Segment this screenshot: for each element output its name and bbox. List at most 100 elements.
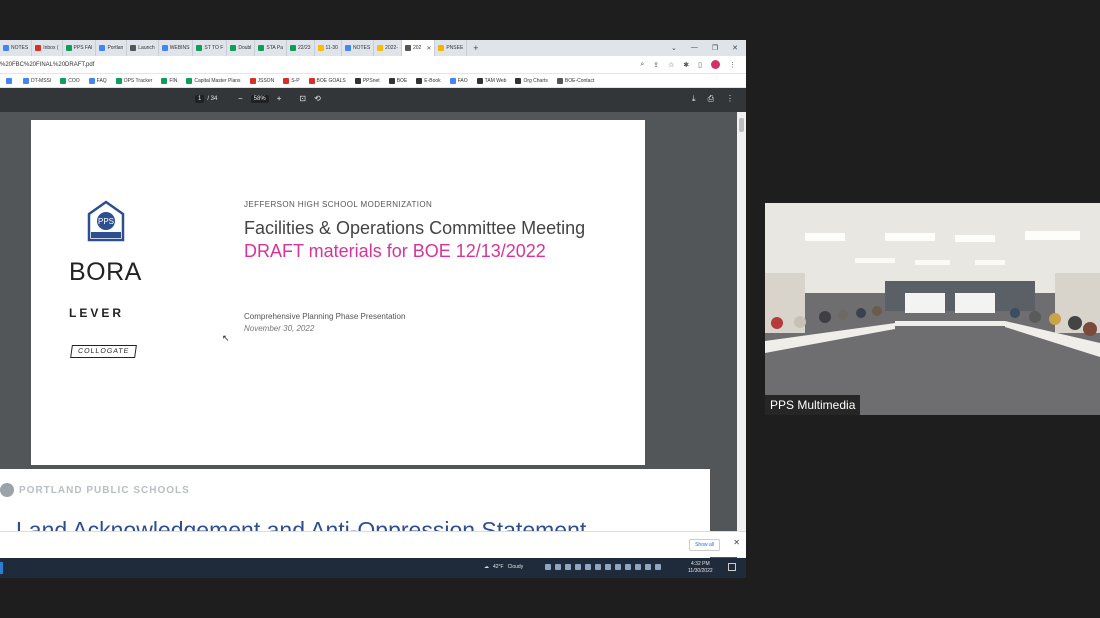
tray-icon[interactable]	[585, 564, 591, 570]
extensions-icon[interactable]: ✱	[683, 61, 689, 69]
search-icon[interactable]: ⌕	[640, 61, 644, 69]
tray-icon[interactable]	[595, 564, 601, 570]
bookmark-item[interactable]: E-Book	[416, 77, 441, 84]
profile-avatar[interactable]	[711, 60, 720, 69]
weather-text: Cloudy	[507, 564, 524, 570]
bookmark-item[interactable]: BOE-Contact	[556, 77, 594, 84]
tab-label: PNSEE	[446, 45, 464, 51]
bookmark-label: BOE GOALS	[316, 77, 346, 84]
bookmark-item[interactable]: FAO	[449, 77, 468, 84]
browser-tab[interactable]: Inbox (	[32, 40, 63, 56]
browser-tab[interactable]: 202 ✕	[401, 40, 436, 56]
tray-icon[interactable]	[635, 564, 641, 570]
tab-favicon-icon	[377, 45, 384, 51]
weather-widget[interactable]: ☁ 42°F Cloudy	[484, 564, 523, 570]
temperature: 42°F	[493, 564, 504, 570]
participant-video-tile[interactable]: PPS Multimedia	[765, 203, 1100, 415]
tray-icon[interactable]	[605, 564, 611, 570]
bookmark-label: PPSnet	[362, 77, 380, 84]
browser-tab[interactable]: 22/23	[287, 40, 315, 56]
tab-label: Portlan	[107, 45, 124, 51]
bookmark-item[interactable]	[6, 77, 14, 84]
bookmark-label: OPS Tracker	[123, 77, 153, 84]
new-tab-button[interactable]: +	[467, 43, 484, 53]
sidepanel-icon[interactable]: ▯	[698, 61, 702, 69]
close-download-bar-icon[interactable]: ✕	[733, 538, 740, 547]
tray-icon[interactable]	[615, 564, 621, 570]
browser-tab[interactable]: 11-30	[315, 40, 342, 56]
clock-date: 11/30/2022	[688, 568, 713, 574]
browser-tab[interactable]: STA Pa	[255, 40, 287, 56]
tray-icon[interactable]	[565, 564, 571, 570]
slide-subtitle: Comprehensive Planning Phase Presentatio…	[244, 312, 406, 321]
bookmark-item[interactable]: BOE	[388, 77, 408, 84]
org-name: PORTLAND PUBLIC SCHOOLS	[19, 484, 190, 496]
bookmark-item[interactable]: JSSON	[249, 77, 274, 84]
zoom-level[interactable]: 58%	[250, 94, 269, 103]
browser-tab-bar: NOTES Inbox (PPS FAI Portlan Launch WEBINS ST…	[0, 40, 746, 56]
show-all-button[interactable]: Show all	[689, 539, 720, 551]
minimize-icon[interactable]: —	[691, 44, 698, 52]
page-number-input[interactable]: 1	[195, 95, 205, 103]
bookmark-item[interactable]: TAM Web	[476, 77, 506, 84]
browser-tab[interactable]: Launch	[127, 40, 159, 56]
tray-icon[interactable]	[575, 564, 581, 570]
pps-emblem-icon	[0, 483, 14, 497]
bookmark-favicon-icon	[476, 77, 483, 84]
taskbar-clock[interactable]: 4:32 PM 11/30/2022	[688, 561, 713, 575]
bookmark-item[interactable]: Org Charts	[515, 77, 548, 84]
browser-tab[interactable]: 2022-	[374, 40, 402, 56]
fit-page-icon[interactable]: ⊡	[299, 94, 306, 103]
browser-tab[interactable]: PPS FAI	[63, 40, 97, 56]
tab-search-icon[interactable]: ⌄	[671, 44, 677, 52]
bookmark-label: BOE	[396, 77, 408, 84]
browser-tab[interactable]: ST TO F	[193, 40, 228, 56]
zoom-out-button[interactable]: −	[238, 94, 243, 103]
notification-icon[interactable]	[728, 563, 736, 571]
share-icon[interactable]: ⇪	[653, 61, 659, 69]
url-text[interactable]: %20FBC%20FINAL%20DRAFT.pdf	[0, 62, 94, 68]
print-icon[interactable]: ⎙	[708, 94, 714, 104]
pdf-scrollbar[interactable]	[737, 112, 746, 558]
bookmark-item[interactable]: DT-MSSI	[23, 77, 51, 84]
bookmark-item[interactable]: PPSnet	[354, 77, 380, 84]
close-window-icon[interactable]: ✕	[732, 44, 738, 52]
tray-icon[interactable]	[545, 564, 551, 570]
collogate-logo: COLLOGATE	[70, 345, 138, 358]
bookmark-favicon-icon	[556, 77, 563, 84]
bookmark-item[interactable]: BOE GOALS	[308, 77, 346, 84]
restore-icon[interactable]: ❐	[712, 44, 718, 52]
browser-tab[interactable]: WEBINS	[159, 40, 194, 56]
pdf-viewer[interactable]: PPS BORA LEVER COLLOGATE JEFFERSON HIGH …	[0, 112, 746, 558]
rotate-icon[interactable]: ⟲	[314, 94, 321, 103]
more-icon[interactable]: ⋮	[726, 94, 734, 104]
bookmark-item[interactable]: OPS Tracker	[115, 77, 153, 84]
tray-icon[interactable]	[625, 564, 631, 570]
wifi-icon[interactable]	[645, 564, 651, 570]
tray-icon[interactable]	[555, 564, 561, 570]
scroll-thumb[interactable]	[739, 118, 744, 132]
cloud-icon: ☁	[484, 564, 489, 570]
bookmark-item[interactable]: S-P	[283, 77, 300, 84]
browser-tab[interactable]: Portlan	[96, 40, 128, 56]
menu-icon[interactable]: ⋮	[729, 61, 736, 69]
address-bar[interactable]: %20FBC%20FINAL%20DRAFT.pdf ⌕ ⇪ ☆ ✱ ▯ ⋮	[0, 56, 746, 74]
bookmark-item[interactable]: COO	[60, 77, 80, 84]
tab-close-icon[interactable]: ✕	[426, 45, 431, 52]
tab-label: 2022-	[385, 45, 398, 51]
browser-tab[interactable]: Doubl	[227, 40, 256, 56]
zoom-in-button[interactable]: +	[277, 94, 282, 103]
page-total: / 34	[207, 96, 218, 102]
tab-label: 11-30	[325, 45, 338, 51]
bookmark-label: Org Charts	[523, 77, 548, 84]
download-icon[interactable]: ⤓	[692, 94, 696, 104]
bookmark-item[interactable]: Capital Master Plans	[186, 77, 241, 84]
bookmark-favicon-icon	[161, 77, 168, 84]
browser-tab[interactable]: PNSEE	[435, 40, 468, 56]
bookmark-star-icon[interactable]: ☆	[668, 61, 674, 69]
volume-icon[interactable]	[655, 564, 661, 570]
browser-tab[interactable]: NOTES	[342, 40, 375, 56]
bookmark-item[interactable]: FIN	[161, 77, 177, 84]
bookmark-item[interactable]: FAQ	[88, 77, 107, 84]
browser-tab[interactable]: NOTES	[0, 40, 33, 56]
